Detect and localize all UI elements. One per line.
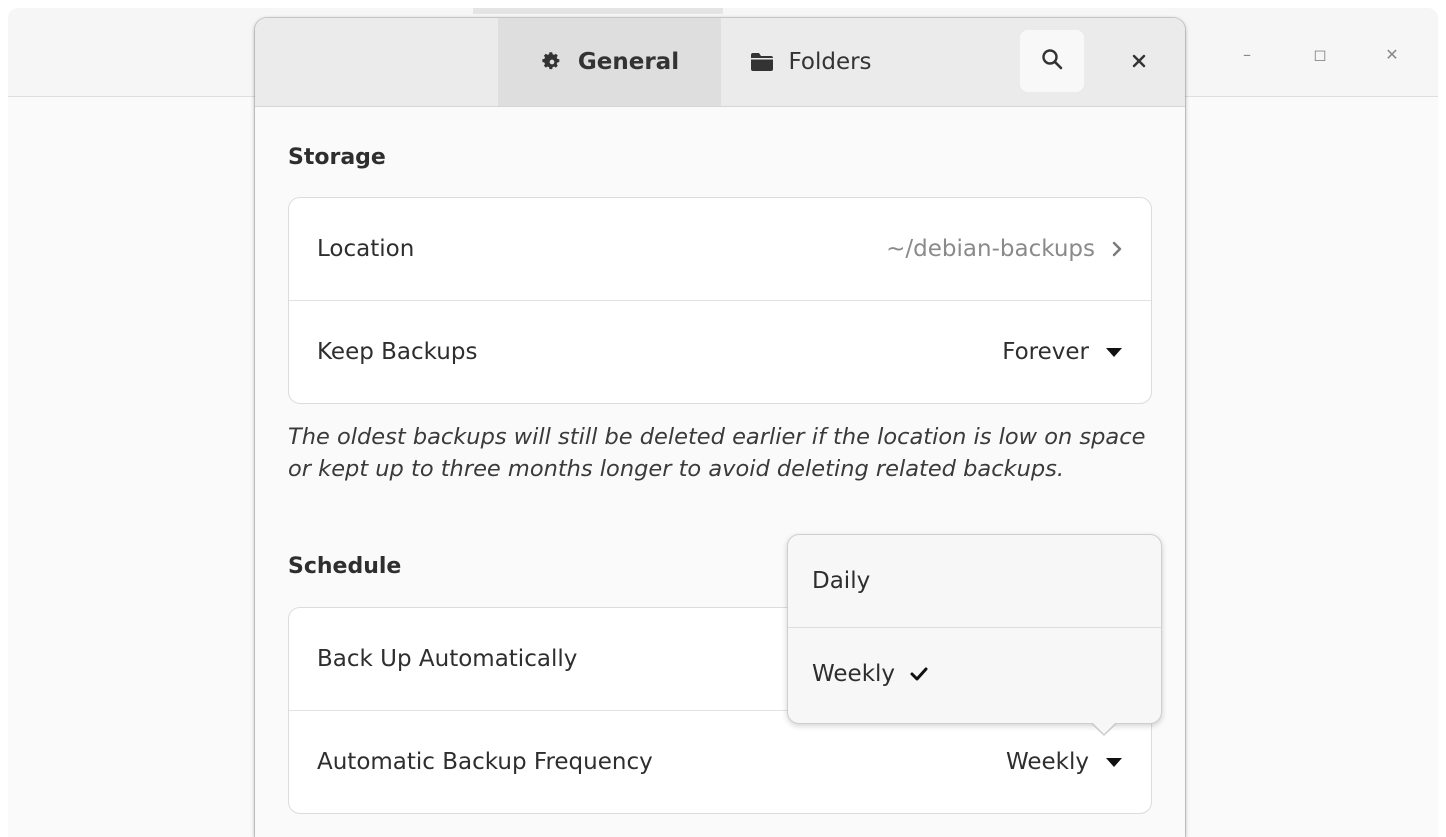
option-daily-label: Daily bbox=[812, 568, 871, 594]
minimize-button[interactable]: – bbox=[1233, 44, 1261, 66]
backup-frequency-row[interactable]: Automatic Backup Frequency Weekly bbox=[289, 710, 1151, 813]
dropdown-arrow-icon bbox=[1105, 346, 1123, 358]
option-weekly-label: Weekly bbox=[812, 661, 896, 687]
location-value: ~/debian-backups bbox=[886, 236, 1095, 262]
dropdown-arrow-icon bbox=[1105, 756, 1123, 768]
frequency-popover: Daily Weekly bbox=[787, 534, 1162, 736]
option-daily[interactable]: Daily bbox=[788, 535, 1161, 628]
chevron-right-icon bbox=[1111, 240, 1123, 258]
search-button[interactable] bbox=[1020, 30, 1084, 92]
option-weekly[interactable]: Weekly bbox=[788, 628, 1161, 720]
window-close-button[interactable]: ✕ bbox=[1378, 44, 1406, 66]
storage-card: Location ~/debian-backups Keep Backups F… bbox=[288, 197, 1152, 404]
checkmark-icon bbox=[909, 666, 929, 682]
location-row[interactable]: Location ~/debian-backups bbox=[289, 198, 1151, 300]
storage-section-title: Storage bbox=[288, 145, 386, 170]
gear-icon bbox=[540, 50, 564, 74]
search-icon bbox=[1041, 48, 1063, 74]
schedule-section-title: Schedule bbox=[288, 554, 402, 579]
popover-arrow bbox=[1090, 722, 1118, 736]
backup-frequency-label: Automatic Backup Frequency bbox=[317, 749, 653, 775]
maximize-button[interactable]: ◻ bbox=[1306, 44, 1334, 66]
keep-backups-row[interactable]: Keep Backups Forever bbox=[289, 300, 1151, 403]
tab-folders[interactable]: Folders bbox=[721, 18, 901, 106]
location-label: Location bbox=[317, 236, 415, 262]
dialog-close-button[interactable] bbox=[1123, 46, 1155, 78]
main-window-tab-hint bbox=[473, 8, 723, 14]
close-icon bbox=[1132, 53, 1146, 72]
folder-icon bbox=[750, 50, 774, 74]
retention-note: The oldest backups will still be deleted… bbox=[288, 424, 1146, 482]
tab-general-label: General bbox=[577, 49, 680, 75]
tab-general[interactable]: General bbox=[498, 18, 721, 106]
keep-backups-value: Forever bbox=[1002, 339, 1089, 365]
keep-backups-label: Keep Backups bbox=[317, 339, 478, 365]
dialog-headerbar: General Folders bbox=[255, 18, 1185, 107]
backup-frequency-value: Weekly bbox=[1005, 749, 1089, 775]
tab-folders-label: Folders bbox=[788, 49, 872, 75]
